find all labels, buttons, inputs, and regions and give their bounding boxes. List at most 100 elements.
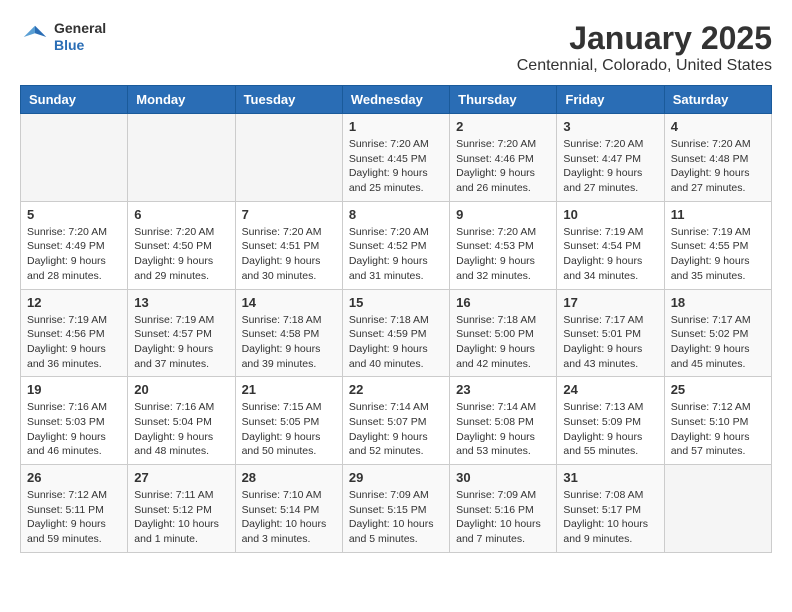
weekday-header-row: SundayMondayTuesdayWednesdayThursdayFrid…: [21, 86, 772, 114]
calendar-week-row: 1 Sunrise: 7:20 AMSunset: 4:45 PMDaylight…: [21, 114, 772, 202]
calendar-week-row: 5Sunrise: 7:20 AMSunset: 4:49 PMDaylight…: [21, 201, 772, 289]
calendar-week-row: 26 Sunrise: 7:12 AMSunset: 5:11 PMDayligh…: [21, 465, 772, 553]
calendar-cell: 11 Sunrise: 7:19 AMSunset: 4:55 PMDayligh…: [664, 201, 771, 289]
day-info: Sunrise: 7:12 AMSunset: 5:10 PMDaylight:…: [671, 400, 765, 459]
weekday-header: Sunday: [21, 86, 128, 114]
day-info: Sunrise: 7:20 AMSunset: 4:52 PMDaylight:…: [349, 225, 443, 284]
day-info: Sunrise: 7:20 AMSunset: 4:53 PMDaylight:…: [456, 225, 550, 284]
day-info: Sunrise: 7:20 AMSunset: 4:51 PMDaylight:…: [242, 225, 336, 284]
calendar-cell: 31Sunrise: 7:08 AMSunset: 5:17 PMDayligh…: [557, 465, 664, 553]
day-number: 25: [671, 382, 765, 397]
day-info: Sunrise: 7:18 AMSunset: 4:58 PMDaylight:…: [242, 313, 336, 372]
calendar-week-row: 12 Sunrise: 7:19 AMSunset: 4:56 PMDayligh…: [21, 289, 772, 377]
calendar-cell: [664, 465, 771, 553]
page-title: January 2025: [517, 20, 772, 57]
logo-blue: Blue: [54, 37, 106, 54]
calendar-cell: 23 Sunrise: 7:14 AMSunset: 5:08 PMDayligh…: [450, 377, 557, 465]
day-info: Sunrise: 7:19 AMSunset: 4:56 PMDaylight:…: [27, 313, 121, 372]
day-number: 2: [456, 119, 550, 134]
calendar-cell: 26 Sunrise: 7:12 AMSunset: 5:11 PMDayligh…: [21, 465, 128, 553]
day-number: 26: [27, 470, 121, 485]
day-number: 6: [134, 207, 228, 222]
day-number: 3: [563, 119, 657, 134]
calendar-cell: 9 Sunrise: 7:20 AMSunset: 4:53 PMDaylight…: [450, 201, 557, 289]
page-header: General Blue January 2025 Centennial, Co…: [20, 20, 772, 75]
day-info: Sunrise: 7:20 AMSunset: 4:49 PMDaylight:…: [27, 225, 121, 284]
calendar-cell: 15 Sunrise: 7:18 AMSunset: 4:59 PMDayligh…: [342, 289, 449, 377]
day-info: Sunrise: 7:20 AMSunset: 4:50 PMDaylight:…: [134, 225, 228, 284]
day-number: 10: [563, 207, 657, 222]
day-info: Sunrise: 7:19 AMSunset: 4:54 PMDaylight:…: [563, 225, 657, 284]
day-number: 17: [563, 295, 657, 310]
weekday-header: Monday: [128, 86, 235, 114]
calendar-cell: 12 Sunrise: 7:19 AMSunset: 4:56 PMDayligh…: [21, 289, 128, 377]
day-number: 1: [349, 119, 443, 134]
day-info: Sunrise: 7:18 AMSunset: 5:00 PMDaylight:…: [456, 313, 550, 372]
weekday-header: Thursday: [450, 86, 557, 114]
calendar-cell: 29Sunrise: 7:09 AMSunset: 5:15 PMDayligh…: [342, 465, 449, 553]
day-number: 20: [134, 382, 228, 397]
day-info: Sunrise: 7:20 AMSunset: 4:46 PMDaylight:…: [456, 137, 550, 196]
calendar-cell: [128, 114, 235, 202]
calendar-cell: 19 Sunrise: 7:16 AMSunset: 5:03 PMDayligh…: [21, 377, 128, 465]
calendar-cell: [235, 114, 342, 202]
weekday-header: Saturday: [664, 86, 771, 114]
calendar-cell: 5Sunrise: 7:20 AMSunset: 4:49 PMDaylight…: [21, 201, 128, 289]
day-number: 24: [563, 382, 657, 397]
day-number: 15: [349, 295, 443, 310]
day-number: 11: [671, 207, 765, 222]
calendar-cell: 28Sunrise: 7:10 AMSunset: 5:14 PMDayligh…: [235, 465, 342, 553]
day-info: Sunrise: 7:13 AMSunset: 5:09 PMDaylight:…: [563, 400, 657, 459]
logo-icon: [20, 22, 50, 52]
day-number: 12: [27, 295, 121, 310]
calendar-cell: 30 Sunrise: 7:09 AMSunset: 5:16 PMDayligh…: [450, 465, 557, 553]
day-info: Sunrise: 7:16 AMSunset: 5:03 PMDaylight:…: [27, 400, 121, 459]
day-number: 29: [349, 470, 443, 485]
day-info: Sunrise: 7:14 AMSunset: 5:08 PMDaylight:…: [456, 400, 550, 459]
day-number: 19: [27, 382, 121, 397]
day-info: Sunrise: 7:15 AMSunset: 5:05 PMDaylight:…: [242, 400, 336, 459]
day-number: 8: [349, 207, 443, 222]
day-number: 4: [671, 119, 765, 134]
day-number: 23: [456, 382, 550, 397]
day-info: Sunrise: 7:17 AMSunset: 5:02 PMDaylight:…: [671, 313, 765, 372]
calendar-cell: 20 Sunrise: 7:16 AMSunset: 5:04 PMDayligh…: [128, 377, 235, 465]
day-info: Sunrise: 7:12 AMSunset: 5:11 PMDaylight:…: [27, 488, 121, 547]
calendar-cell: 13Sunrise: 7:19 AMSunset: 4:57 PMDayligh…: [128, 289, 235, 377]
day-number: 21: [242, 382, 336, 397]
day-number: 13: [134, 295, 228, 310]
calendar-cell: 2 Sunrise: 7:20 AMSunset: 4:46 PMDaylight…: [450, 114, 557, 202]
day-info: Sunrise: 7:11 AMSunset: 5:12 PMDaylight:…: [134, 488, 228, 547]
day-number: 7: [242, 207, 336, 222]
calendar-cell: 24 Sunrise: 7:13 AMSunset: 5:09 PMDayligh…: [557, 377, 664, 465]
day-number: 14: [242, 295, 336, 310]
day-info: Sunrise: 7:17 AMSunset: 5:01 PMDaylight:…: [563, 313, 657, 372]
day-number: 18: [671, 295, 765, 310]
day-number: 9: [456, 207, 550, 222]
calendar-table: SundayMondayTuesdayWednesdayThursdayFrid…: [20, 85, 772, 553]
calendar-cell: 14 Sunrise: 7:18 AMSunset: 4:58 PMDayligh…: [235, 289, 342, 377]
day-number: 27: [134, 470, 228, 485]
day-info: Sunrise: 7:10 AMSunset: 5:14 PMDaylight:…: [242, 488, 336, 547]
page-subtitle: Centennial, Colorado, United States: [517, 57, 772, 75]
day-number: 16: [456, 295, 550, 310]
day-info: Sunrise: 7:20 AMSunset: 4:48 PMDaylight:…: [671, 137, 765, 196]
calendar-cell: 6 Sunrise: 7:20 AMSunset: 4:50 PMDaylight…: [128, 201, 235, 289]
day-info: Sunrise: 7:08 AMSunset: 5:17 PMDaylight:…: [563, 488, 657, 547]
weekday-header: Wednesday: [342, 86, 449, 114]
day-info: Sunrise: 7:16 AMSunset: 5:04 PMDaylight:…: [134, 400, 228, 459]
calendar-cell: 22Sunrise: 7:14 AMSunset: 5:07 PMDayligh…: [342, 377, 449, 465]
calendar-cell: 25 Sunrise: 7:12 AMSunset: 5:10 PMDayligh…: [664, 377, 771, 465]
day-info: Sunrise: 7:20 AMSunset: 4:45 PMDaylight:…: [349, 137, 443, 196]
calendar-cell: 21 Sunrise: 7:15 AMSunset: 5:05 PMDayligh…: [235, 377, 342, 465]
calendar-cell: [21, 114, 128, 202]
day-info: Sunrise: 7:09 AMSunset: 5:16 PMDaylight:…: [456, 488, 550, 547]
calendar-cell: 3Sunrise: 7:20 AMSunset: 4:47 PMDaylight…: [557, 114, 664, 202]
day-number: 30: [456, 470, 550, 485]
logo-text: General Blue: [54, 20, 106, 54]
day-info: Sunrise: 7:18 AMSunset: 4:59 PMDaylight:…: [349, 313, 443, 372]
day-info: Sunrise: 7:19 AMSunset: 4:55 PMDaylight:…: [671, 225, 765, 284]
calendar-cell: 27 Sunrise: 7:11 AMSunset: 5:12 PMDayligh…: [128, 465, 235, 553]
calendar-cell: 10 Sunrise: 7:19 AMSunset: 4:54 PMDayligh…: [557, 201, 664, 289]
weekday-header: Friday: [557, 86, 664, 114]
